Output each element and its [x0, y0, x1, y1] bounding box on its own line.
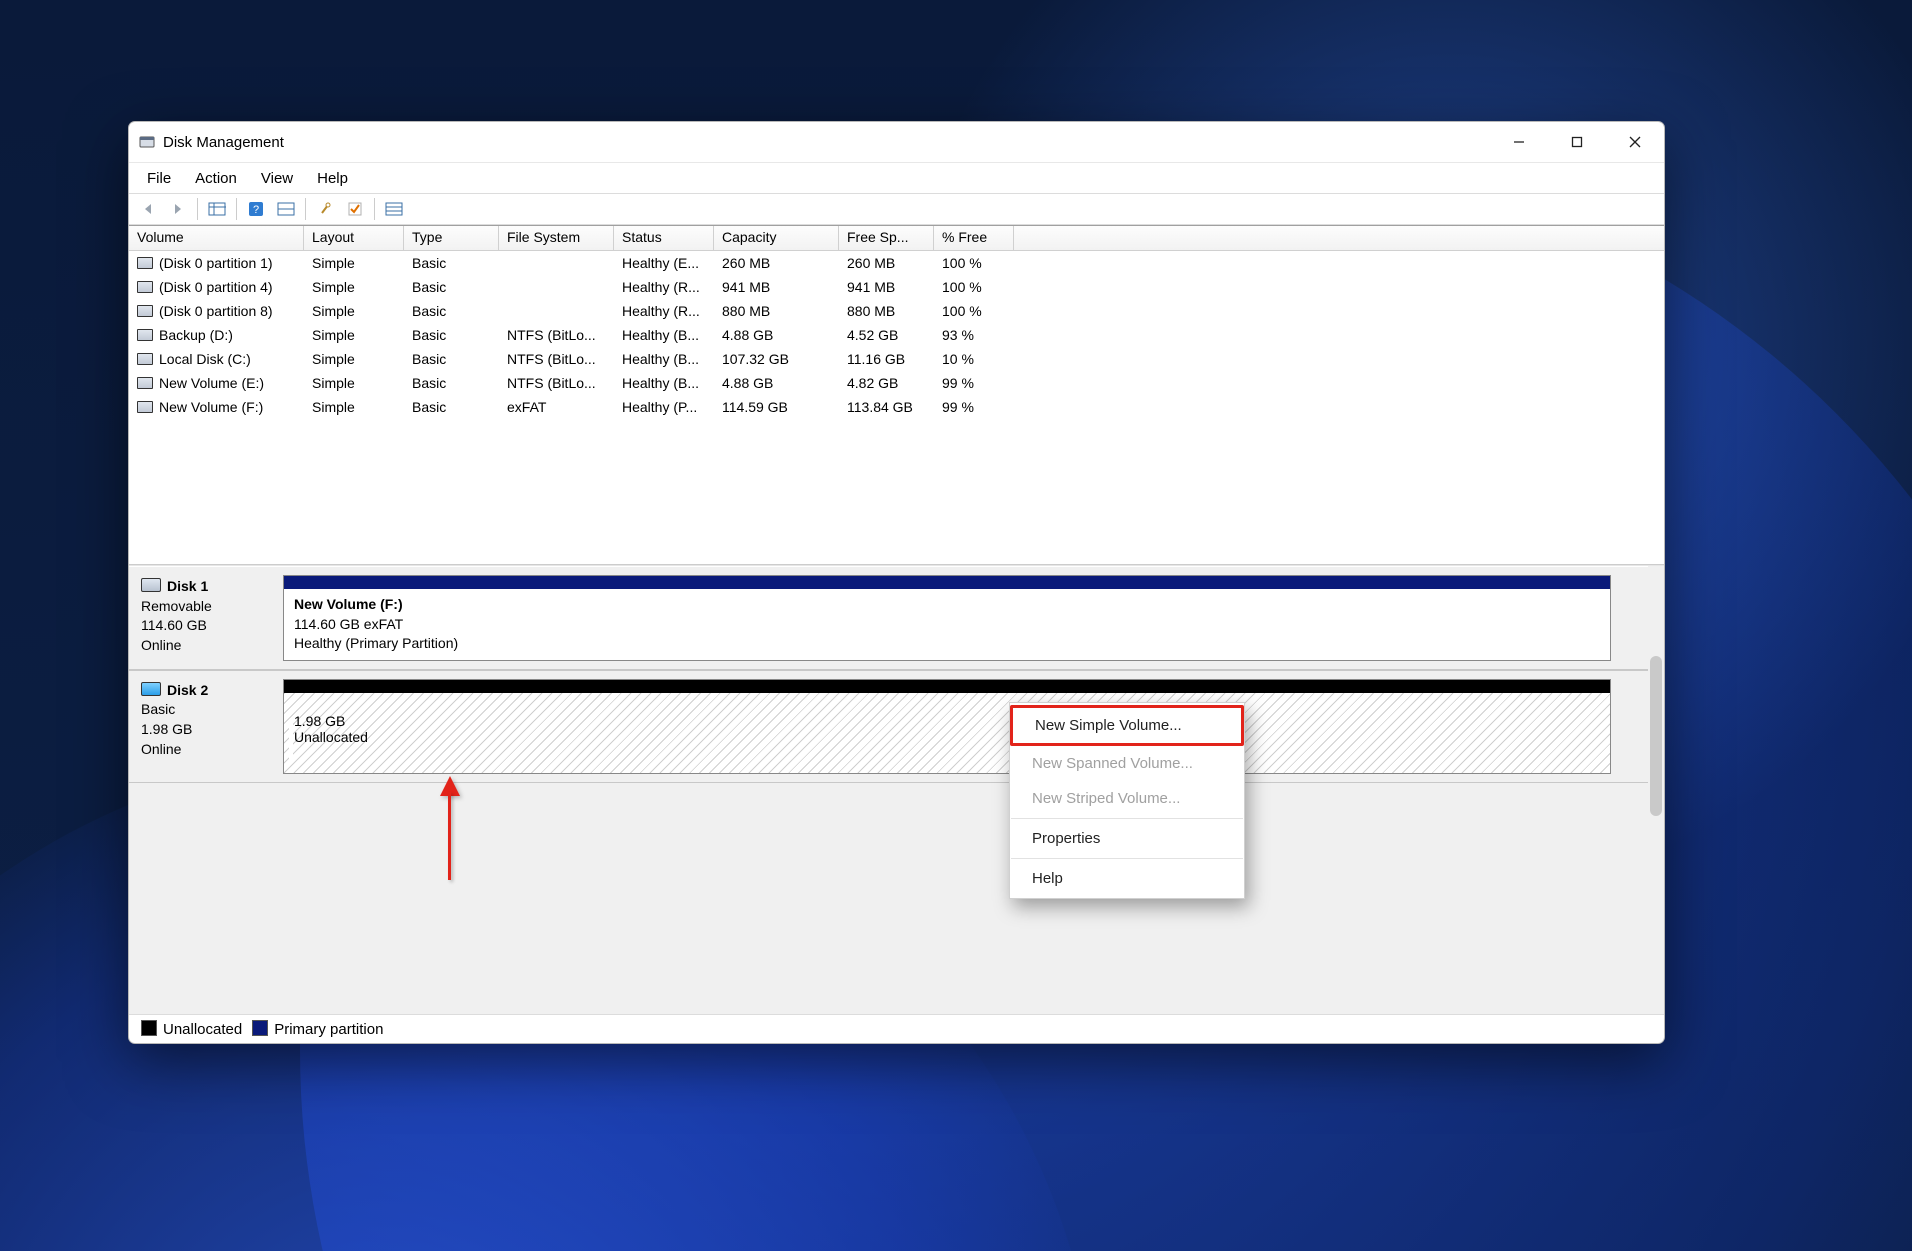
volume-icon: [137, 281, 153, 293]
col-layout[interactable]: Layout: [304, 226, 404, 250]
disk1-vol-name: New Volume (F:): [294, 596, 403, 612]
window-title: Disk Management: [163, 134, 284, 151]
unallocated-stripe: [284, 680, 1610, 693]
svg-text:?: ?: [253, 204, 259, 216]
col-spacer: [1014, 226, 1664, 250]
col-capacity[interactable]: Capacity: [714, 226, 839, 250]
ctx-properties[interactable]: Properties: [1010, 821, 1244, 856]
disk2-state: Online: [141, 741, 181, 757]
ctx-new-simple-volume[interactable]: New Simple Volume...: [1010, 705, 1244, 746]
hatch-stripe: [289, 722, 293, 763]
volume-list-header: Volume Layout Type File System Status Ca…: [129, 225, 1664, 251]
disk2-volumes: 1.98 GB Unallocated: [279, 671, 1664, 782]
disk1-state: Online: [141, 637, 181, 653]
disk2-header[interactable]: Disk 2 Basic 1.98 GB Online: [129, 671, 279, 782]
disk1-size: 114.60 GB: [141, 617, 207, 633]
col-volume[interactable]: Volume: [129, 226, 304, 250]
volume-icon: [137, 401, 153, 413]
separator: [236, 198, 237, 220]
disk1-vol-line3: Healthy (Primary Partition): [294, 635, 458, 651]
close-button[interactable]: [1606, 122, 1664, 162]
forward-button[interactable]: [164, 195, 192, 223]
table-row[interactable]: (Disk 0 partition 1)SimpleBasicHealthy (…: [129, 251, 1664, 275]
col-freespace[interactable]: Free Sp...: [839, 226, 934, 250]
back-button[interactable]: [134, 195, 162, 223]
disk-management-window: Disk Management File Action View Help ?: [128, 121, 1665, 1044]
col-filesystem[interactable]: File System: [499, 226, 614, 250]
settings-top-bottom-button[interactable]: [272, 195, 300, 223]
ctx-separator: [1011, 858, 1243, 859]
menu-action[interactable]: Action: [183, 166, 249, 191]
disk1-vol-line2: 114.60 GB exFAT: [294, 616, 403, 632]
ctx-separator: [1011, 818, 1243, 819]
volume-icon: [137, 257, 153, 269]
table-row[interactable]: Local Disk (C:)SimpleBasicNTFS (BitLo...…: [129, 347, 1664, 371]
console-tree-button[interactable]: [203, 195, 231, 223]
volume-icon: [137, 377, 153, 389]
table-row[interactable]: (Disk 0 partition 8)SimpleBasicHealthy (…: [129, 299, 1664, 323]
menu-view[interactable]: View: [249, 166, 305, 191]
ctx-new-striped-volume: New Striped Volume...: [1010, 781, 1244, 816]
disk2-label: Disk 2: [167, 682, 208, 698]
ctx-help[interactable]: Help: [1010, 861, 1244, 896]
volume-list[interactable]: (Disk 0 partition 1)SimpleBasicHealthy (…: [129, 251, 1664, 419]
separator: [305, 198, 306, 220]
swatch-blue: [252, 1020, 268, 1036]
col-pctfree[interactable]: % Free: [934, 226, 1014, 250]
disk1-media: Removable: [141, 598, 212, 614]
legend: Unallocated Primary partition: [129, 1014, 1664, 1043]
disk1-volumes: New Volume (F:) 114.60 GB exFAT Healthy …: [279, 567, 1664, 669]
separator: [197, 198, 198, 220]
content-area: Volume Layout Type File System Status Ca…: [129, 225, 1664, 1043]
maximize-button[interactable]: [1548, 122, 1606, 162]
primary-partition-stripe: [284, 576, 1610, 589]
volume-icon: [137, 305, 153, 317]
disk2-media: Basic: [141, 701, 175, 717]
context-menu: New Simple Volume... New Spanned Volume.…: [1009, 702, 1245, 899]
disk1-label: Disk 1: [167, 578, 208, 594]
table-row[interactable]: (Disk 0 partition 4)SimpleBasicHealthy (…: [129, 275, 1664, 299]
table-row[interactable]: New Volume (E:)SimpleBasicNTFS (BitLo...…: [129, 371, 1664, 395]
list-view-button[interactable]: [380, 195, 408, 223]
volume-icon: [137, 353, 153, 365]
volume-icon: [137, 329, 153, 341]
legend-primary: Primary partition: [252, 1020, 383, 1038]
disk1-header[interactable]: Disk 1 Removable 114.60 GB Online: [129, 567, 279, 669]
menu-file[interactable]: File: [135, 166, 183, 191]
disk-icon: [141, 682, 161, 696]
titlebar[interactable]: Disk Management: [129, 122, 1664, 163]
swatch-black: [141, 1020, 157, 1036]
scrollbar-thumb[interactable]: [1650, 656, 1662, 816]
disk2-free-size: 1.98 GB: [294, 713, 345, 729]
disk1-volume-f[interactable]: New Volume (F:) 114.60 GB exFAT Healthy …: [283, 575, 1611, 661]
table-row[interactable]: Backup (D:)SimpleBasicNTFS (BitLo...Heal…: [129, 323, 1664, 347]
disk-icon: [141, 578, 161, 592]
disk-row-disk1: Disk 1 Removable 114.60 GB Online New Vo…: [129, 566, 1664, 670]
disk2-unallocated[interactable]: 1.98 GB Unallocated: [283, 679, 1611, 774]
vertical-scrollbar[interactable]: [1648, 566, 1664, 1014]
separator: [374, 198, 375, 220]
help-button[interactable]: ?: [242, 195, 270, 223]
col-status[interactable]: Status: [614, 226, 714, 250]
menubar: File Action View Help: [129, 163, 1664, 193]
minimize-button[interactable]: [1490, 122, 1548, 162]
volume-list-empty: [129, 419, 1664, 565]
menu-help[interactable]: Help: [305, 166, 360, 191]
refresh-button[interactable]: [311, 195, 339, 223]
ctx-new-spanned-volume: New Spanned Volume...: [1010, 746, 1244, 781]
disk-graphical-view: Disk 1 Removable 114.60 GB Online New Vo…: [129, 565, 1664, 1014]
apply-button[interactable]: [341, 195, 369, 223]
col-type[interactable]: Type: [404, 226, 499, 250]
legend-unallocated: Unallocated: [141, 1020, 242, 1038]
disk2-size: 1.98 GB: [141, 721, 192, 737]
toolbar: ?: [129, 193, 1664, 225]
desktop-background: Disk Management File Action View Help ?: [0, 0, 1912, 1251]
disk-row-disk2: Disk 2 Basic 1.98 GB Online: [129, 670, 1664, 783]
app-icon: [139, 134, 155, 150]
window-controls: [1490, 122, 1664, 162]
disk2-free-label: Unallocated: [294, 729, 368, 745]
table-row[interactable]: New Volume (F:)SimpleBasicexFATHealthy (…: [129, 395, 1664, 419]
